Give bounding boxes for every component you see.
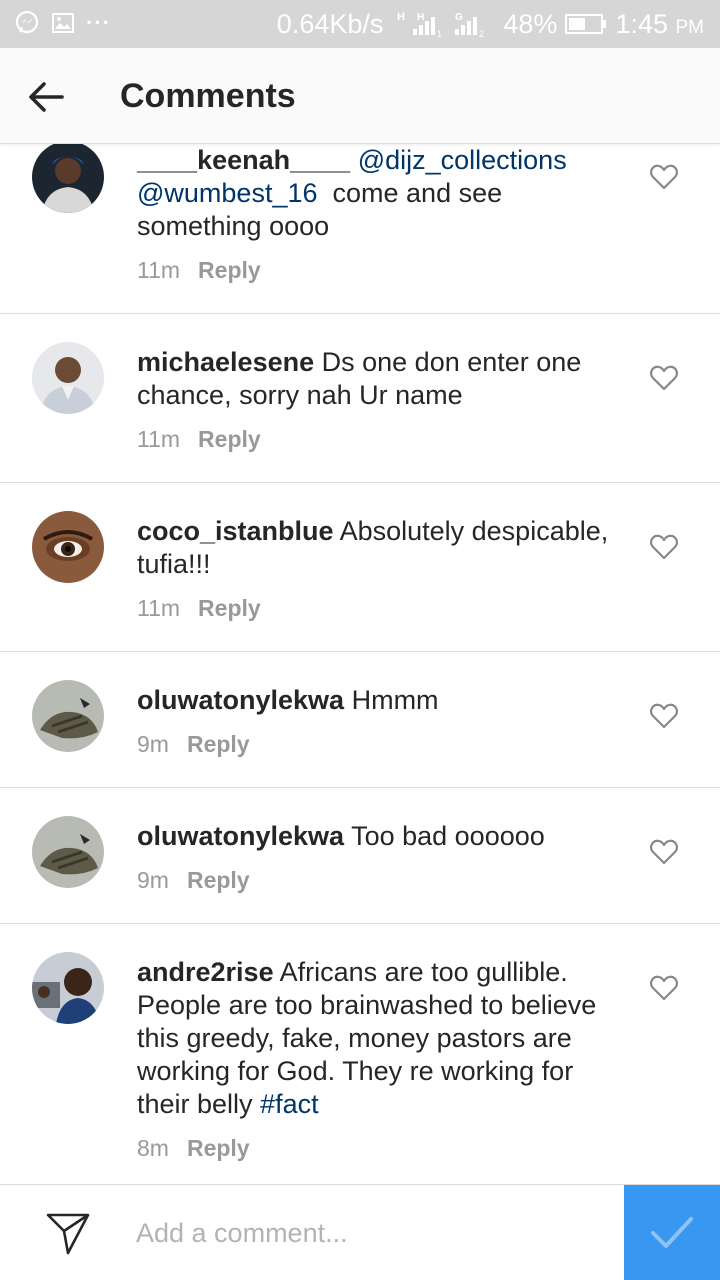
mention-link[interactable]: @dijz_collections bbox=[358, 145, 567, 175]
avatar[interactable] bbox=[32, 511, 104, 583]
heart-icon[interactable] bbox=[650, 365, 678, 391]
comment-username[interactable]: oluwatonylekwa bbox=[137, 685, 344, 715]
heart-icon[interactable] bbox=[650, 839, 678, 865]
comment-item: coco_istanblue Absolutely despicable, tu… bbox=[0, 483, 720, 652]
comment-meta: 11m Reply bbox=[137, 594, 261, 622]
reply-button[interactable]: Reply bbox=[198, 426, 261, 452]
comment-time: 9m bbox=[137, 867, 169, 893]
comment-body: Too bad oooooo bbox=[351, 821, 545, 851]
comment-time: 11m bbox=[137, 595, 181, 621]
comment-text: coco_istanblue Absolutely despicable, tu… bbox=[137, 515, 627, 581]
hashtag-link[interactable]: #fact bbox=[260, 1089, 319, 1119]
heart-icon[interactable] bbox=[650, 703, 678, 729]
comment-body: Hmmm bbox=[351, 685, 439, 715]
mention-link[interactable]: @wumbest_16 bbox=[137, 178, 318, 208]
arrow-left-icon[interactable] bbox=[22, 72, 72, 122]
comment-username[interactable]: michaelesene bbox=[137, 347, 314, 377]
comment-item: oluwatonylekwa Too bad oooooo 9m Reply bbox=[0, 788, 720, 924]
avatar[interactable] bbox=[32, 680, 104, 752]
reply-button[interactable]: Reply bbox=[187, 867, 250, 893]
reply-button[interactable]: Reply bbox=[198, 595, 261, 621]
comment-username[interactable]: coco_istanblue bbox=[137, 516, 334, 546]
comment-text: michaelesene Ds one don enter one chance… bbox=[137, 346, 627, 412]
comment-meta: 8m Reply bbox=[137, 1134, 250, 1162]
comment-meta: 11m Reply bbox=[137, 425, 261, 453]
comment-item: oluwatonylekwa Hmmm 9m Reply bbox=[0, 652, 720, 788]
comment-username[interactable]: andre2rise bbox=[137, 957, 274, 987]
comment-time: 11m bbox=[137, 426, 181, 452]
comment-time: 9m bbox=[137, 731, 169, 757]
comment-input[interactable] bbox=[136, 1213, 596, 1253]
comment-item: andre2rise Africans are too gullible. Pe… bbox=[0, 924, 720, 1184]
avatar[interactable] bbox=[32, 952, 104, 1024]
comment-meta: 9m Reply bbox=[137, 866, 250, 894]
comment-meta: 9m Reply bbox=[137, 730, 250, 758]
reply-button[interactable]: Reply bbox=[198, 257, 261, 283]
comment-username[interactable]: oluwatonylekwa bbox=[137, 821, 344, 851]
avatar[interactable] bbox=[32, 342, 104, 414]
avatar[interactable] bbox=[32, 141, 104, 213]
reply-button[interactable]: Reply bbox=[187, 1135, 250, 1161]
app-header: Comments bbox=[0, 48, 720, 144]
comment-text: ____keenah____ @dijz_collections @wumbes… bbox=[137, 144, 627, 243]
comment-username[interactable]: ____keenah____ bbox=[137, 145, 350, 175]
paper-plane-icon[interactable] bbox=[44, 1211, 92, 1257]
comment-item: ____keenah____ @dijz_collections @wumbes… bbox=[0, 140, 720, 314]
heart-icon[interactable] bbox=[650, 975, 678, 1001]
comment-list[interactable]: ____keenah____ @dijz_collections @wumbes… bbox=[0, 0, 720, 1184]
post-button[interactable] bbox=[624, 1185, 720, 1280]
comment-text: oluwatonylekwa Hmmm bbox=[137, 684, 627, 717]
comment-composer bbox=[0, 1184, 720, 1280]
checkmark-icon bbox=[651, 1217, 693, 1248]
comment-meta: 11m Reply bbox=[137, 256, 261, 284]
page-title: Comments bbox=[120, 77, 296, 115]
comment-item: michaelesene Ds one don enter one chance… bbox=[0, 314, 720, 483]
avatar[interactable] bbox=[32, 816, 104, 888]
comment-time: 11m bbox=[137, 257, 181, 283]
heart-icon[interactable] bbox=[650, 164, 678, 190]
heart-icon[interactable] bbox=[650, 534, 678, 560]
reply-button[interactable]: Reply bbox=[187, 731, 250, 757]
comment-time: 8m bbox=[137, 1135, 169, 1161]
comment-text: andre2rise Africans are too gullible. Pe… bbox=[137, 956, 627, 1121]
comment-text: oluwatonylekwa Too bad oooooo bbox=[137, 820, 627, 853]
